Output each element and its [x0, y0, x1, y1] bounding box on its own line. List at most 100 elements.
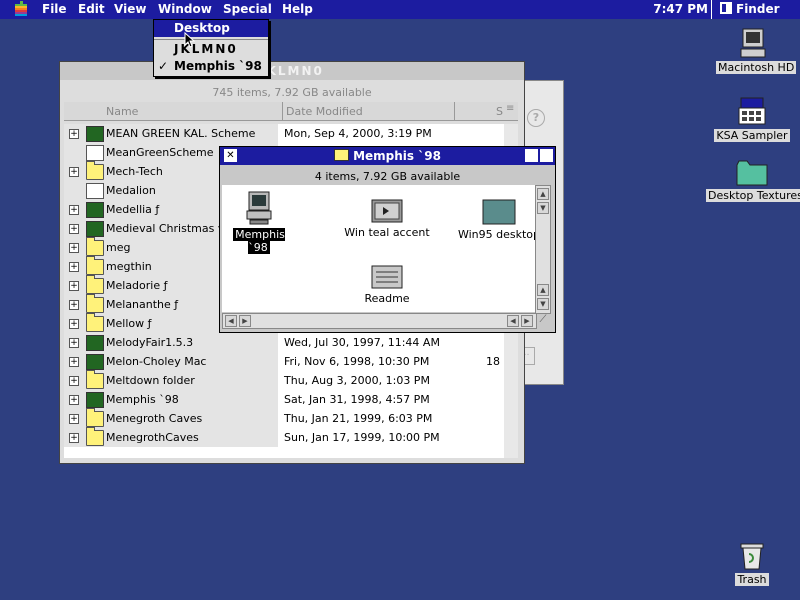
menu-item-memphis[interactable]: ✓ Memphis `98	[154, 58, 268, 75]
disclosure-triangle-icon[interactable]: +	[69, 281, 79, 291]
folder-icon	[86, 256, 104, 275]
icon-item-readme[interactable]: Readme	[342, 265, 432, 305]
scroll-right-icon[interactable]: ▶	[239, 315, 251, 327]
folder-icon	[86, 313, 104, 332]
menu-bar: File Edit View Window Special Help 7:47 …	[0, 0, 800, 19]
menu-separator	[154, 39, 268, 40]
scroll-right-icon[interactable]: ▶	[521, 315, 533, 327]
desktop-icon-trash[interactable]: Trash	[722, 540, 782, 586]
disclosure-triangle-icon[interactable]: +	[69, 300, 79, 310]
icon-item-win95-desktop[interactable]: Win95 desktop	[454, 199, 544, 241]
resize-grip-icon[interactable]: ⟋	[537, 314, 549, 326]
table-row[interactable]: + Meltdown folder Thu, Aug 3, 2000, 1:03 P…	[64, 370, 504, 390]
disclosure-triangle-icon[interactable]: +	[69, 338, 79, 348]
scroll-left-icon[interactable]: ◀	[225, 315, 237, 327]
collapse-box-icon[interactable]	[540, 149, 553, 162]
trash-icon	[740, 543, 764, 570]
vertical-scrollbar[interactable]: ▲ ▼ ▲ ▼	[535, 185, 551, 314]
icon-item-win-teal-accent[interactable]: Win teal accent	[342, 199, 432, 239]
desktop-icon-desktop-textures[interactable]: Desktop Textures	[706, 160, 800, 202]
icon-label: Win95 desktop	[457, 228, 541, 241]
scroll-down-icon[interactable]: ▼	[537, 202, 549, 214]
title-bar[interactable]: JKLMN0	[60, 62, 524, 80]
desktop-icon-ksa-sampler[interactable]: KSA Sampler	[712, 96, 792, 142]
file-name: megthin	[106, 260, 152, 273]
icon-label: Desktop Textures	[706, 189, 800, 202]
zoom-box-icon[interactable]	[525, 149, 538, 162]
disclosure-triangle-icon[interactable]: +	[69, 376, 79, 386]
finder-icon	[720, 2, 732, 14]
hard-disk-icon	[740, 28, 766, 58]
file-name: Mech-Tech	[106, 165, 163, 178]
menu-item-jklmno[interactable]: JKLMN0	[154, 41, 268, 58]
window-title-group: Memphis `98	[220, 149, 555, 163]
file-name: Meladorie ƒ	[106, 279, 168, 292]
file-name: MEAN GREEN KAL. Scheme	[106, 127, 256, 140]
apple-logo-icon[interactable]	[14, 1, 28, 17]
scroll-up-icon[interactable]: ▲	[537, 284, 549, 296]
scroll-up-icon[interactable]: ▲	[537, 188, 549, 200]
table-row[interactable]: + MEAN GREEN KAL. Scheme Mon, Sep 4, 2000,…	[64, 124, 504, 143]
application-name: Finder	[736, 2, 780, 16]
disclosure-triangle-icon[interactable]: +	[69, 319, 79, 329]
file-name: Melon-Choley Mac	[106, 355, 207, 368]
scroll-down-icon[interactable]: ▼	[537, 298, 549, 310]
table-row[interactable]: + MelodyFair1.5.3 Wed, Jul 30, 1997, 11:44…	[64, 333, 504, 352]
folder-icon	[86, 408, 104, 427]
column-date-header[interactable]: Date Modified	[286, 105, 363, 118]
table-row[interactable]: + MenegrothCaves Sun, Jan 17, 1999, 10:00 …	[64, 427, 504, 447]
file-name: Memphis `98	[106, 393, 179, 406]
icon-label: Readme	[364, 292, 410, 305]
desktop-icon-macintosh-hd[interactable]: Macintosh HD	[716, 28, 797, 74]
menu-edit[interactable]: Edit	[78, 2, 105, 16]
disclosure-triangle-icon[interactable]: +	[69, 167, 79, 177]
document-icon	[86, 183, 104, 199]
menubar-divider	[711, 0, 712, 19]
folder-icon	[86, 275, 104, 294]
table-row[interactable]: + Memphis `98 Sat, Jan 31, 1998, 4:57 PM	[64, 390, 504, 409]
scroll-left-icon[interactable]: ◀	[507, 315, 519, 327]
file-name: Melananthe ƒ	[106, 298, 179, 311]
date-modified: Fri, Nov 6, 1998, 10:30 PM	[284, 355, 430, 368]
menubar-clock[interactable]: 7:47 PM	[653, 2, 708, 16]
icon-view: Memphis `98 Win teal accent Win95 deskto…	[222, 185, 540, 312]
document-icon	[371, 199, 403, 223]
application-menu[interactable]: Finder	[720, 2, 780, 16]
icon-item-memphis[interactable]: Memphis `98	[224, 191, 294, 254]
window-info: 4 items, 7.92 GB available	[314, 170, 461, 183]
computer-icon	[246, 191, 272, 225]
menu-file[interactable]: File	[42, 2, 67, 16]
help-icon[interactable]: ?	[527, 109, 545, 127]
menu-view[interactable]: View	[114, 2, 146, 16]
column-size-header[interactable]: S	[496, 105, 503, 118]
date-modified: Sat, Jan 31, 1998, 4:57 PM	[284, 393, 430, 406]
date-modified: Sun, Jan 17, 1999, 10:00 PM	[284, 431, 440, 444]
disclosure-triangle-icon[interactable]: +	[69, 395, 79, 405]
disclosure-triangle-icon[interactable]: +	[69, 357, 79, 367]
column-name-header[interactable]: Name	[106, 105, 138, 118]
disclosure-triangle-icon[interactable]: +	[69, 205, 79, 215]
menu-item-desktop[interactable]: Desktop	[154, 20, 268, 37]
menu-help[interactable]: Help	[282, 2, 313, 16]
disclosure-triangle-icon[interactable]: +	[69, 262, 79, 272]
horizontal-scrollbar[interactable]: ◀ ▶ ◀ ▶	[222, 313, 537, 329]
disclosure-triangle-icon[interactable]: +	[69, 414, 79, 424]
readme-icon	[371, 265, 403, 289]
date-modified: Mon, Sep 4, 2000, 3:19 PM	[284, 127, 432, 140]
disclosure-triangle-icon[interactable]: +	[69, 129, 79, 139]
disclosure-triangle-icon[interactable]: +	[69, 243, 79, 253]
file-name: Medellia ƒ	[106, 203, 160, 216]
menu-window[interactable]: Window	[158, 2, 212, 16]
disclosure-triangle-icon[interactable]: +	[69, 224, 79, 234]
file-size: 18	[486, 355, 500, 368]
window-menu-dropdown: Desktop JKLMN0 ✓ Memphis `98	[153, 19, 269, 77]
table-row[interactable]: + Melon-Choley Mac Fri, Nov 6, 1998, 10:30…	[64, 352, 504, 371]
memphis-window[interactable]: ✕ Memphis `98 4 items, 7.92 GB available…	[219, 146, 556, 333]
column-view-icon[interactable]: ≡	[506, 103, 514, 114]
title-bar[interactable]: ✕ Memphis `98	[220, 147, 555, 165]
menu-special[interactable]: Special	[223, 2, 272, 16]
table-row[interactable]: + Menegroth Caves Thu, Jan 21, 1999, 6:03 …	[64, 408, 504, 428]
file-name: Meltdown folder	[106, 374, 195, 387]
menu-item-label: Desktop	[174, 21, 230, 35]
disclosure-triangle-icon[interactable]: +	[69, 433, 79, 443]
